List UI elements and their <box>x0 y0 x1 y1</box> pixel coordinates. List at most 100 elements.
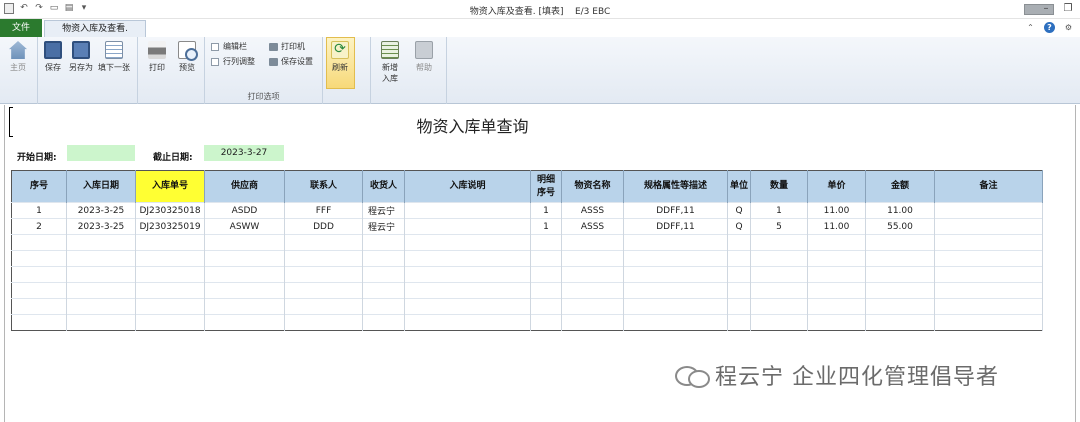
empty-row[interactable] <box>11 282 1043 299</box>
help-button[interactable]: 帮助 <box>415 41 433 73</box>
table-cell[interactable] <box>561 282 624 299</box>
table-cell[interactable] <box>727 298 751 315</box>
table-cell[interactable] <box>362 282 405 299</box>
table-cell[interactable] <box>807 314 866 331</box>
table-cell[interactable] <box>66 298 136 315</box>
table-cell[interactable] <box>623 298 728 315</box>
table-cell[interactable] <box>11 298 67 315</box>
table-row[interactable]: 1 2023-3-25 DJ230325018 ASDD FFF 程云宁 1 ASSS DDFF… <box>11 202 1043 219</box>
table-cell[interactable] <box>727 314 751 331</box>
home-button[interactable]: 主页 <box>9 41 27 73</box>
table-cell[interactable] <box>623 234 728 251</box>
table-cell[interactable] <box>11 234 67 251</box>
table-cell[interactable] <box>727 250 751 267</box>
table-cell[interactable]: ASWW <box>204 218 285 235</box>
fill-next-button[interactable]: 填下一张 <box>98 41 130 73</box>
table-cell[interactable] <box>404 282 531 299</box>
table-cell[interactable] <box>66 234 136 251</box>
empty-row[interactable] <box>11 234 1043 251</box>
table-cell[interactable] <box>362 266 405 283</box>
column-header[interactable]: 金额 <box>865 170 935 203</box>
table-cell[interactable] <box>284 314 363 331</box>
table-cell[interactable] <box>135 298 205 315</box>
table-cell[interactable]: 2 <box>11 218 67 235</box>
column-header[interactable]: 明细 序号 <box>530 170 562 203</box>
table-cell[interactable] <box>865 314 935 331</box>
table-cell[interactable] <box>284 250 363 267</box>
table-cell[interactable] <box>934 234 1043 251</box>
table-cell[interactable] <box>204 298 285 315</box>
table-cell[interactable] <box>11 314 67 331</box>
table-cell[interactable] <box>750 314 808 331</box>
table-cell[interactable] <box>66 282 136 299</box>
table-cell[interactable]: 1 <box>530 218 562 235</box>
empty-row[interactable] <box>11 298 1043 315</box>
table-cell[interactable]: ASSS <box>561 218 624 235</box>
table-cell[interactable] <box>530 234 562 251</box>
table-cell[interactable] <box>284 282 363 299</box>
table-cell[interactable] <box>750 234 808 251</box>
table-cell[interactable] <box>530 266 562 283</box>
table-cell[interactable] <box>204 266 285 283</box>
table-cell[interactable] <box>530 250 562 267</box>
column-header[interactable]: 收货人 <box>362 170 405 203</box>
table-cell[interactable]: 11.00 <box>807 218 866 235</box>
print-button[interactable]: 打印 <box>148 41 166 73</box>
file-tab[interactable]: 文件 <box>0 19 42 37</box>
document-tab[interactable]: 物资入库及查看. <box>44 20 146 37</box>
column-header[interactable]: 联系人 <box>284 170 363 203</box>
table-cell[interactable] <box>807 250 866 267</box>
table-cell[interactable] <box>404 314 531 331</box>
table-cell[interactable] <box>807 282 866 299</box>
table-cell[interactable] <box>623 282 728 299</box>
save-as-button[interactable]: 另存为 <box>69 41 93 73</box>
table-cell[interactable] <box>404 250 531 267</box>
row-col-adjust-checkbox[interactable] <box>211 57 219 66</box>
table-cell[interactable] <box>284 266 363 283</box>
table-cell[interactable] <box>135 250 205 267</box>
table-cell[interactable] <box>807 298 866 315</box>
table-cell[interactable] <box>362 250 405 267</box>
refresh-button[interactable]: 刷新 <box>331 41 349 73</box>
table-cell[interactable]: ASSS <box>561 202 624 219</box>
table-row[interactable]: 2 2023-3-25 DJ230325019 ASWW DDD 程云宁 1 ASSS DDFF… <box>11 218 1043 235</box>
table-cell[interactable]: Q <box>727 218 751 235</box>
table-cell[interactable] <box>807 266 866 283</box>
column-header[interactable]: 供应商 <box>204 170 285 203</box>
table-cell[interactable]: DDD <box>284 218 363 235</box>
table-cell[interactable] <box>204 314 285 331</box>
printer-button[interactable]: 打印机 <box>269 41 305 52</box>
table-cell[interactable] <box>404 202 531 219</box>
table-cell[interactable]: 5 <box>750 218 808 235</box>
table-cell[interactable]: 11.00 <box>865 202 935 219</box>
column-header[interactable]: 物资名称 <box>561 170 624 203</box>
edit-bar-option[interactable]: 编辑栏 <box>211 41 247 52</box>
table-cell[interactable] <box>623 266 728 283</box>
table-cell[interactable] <box>66 266 136 283</box>
table-cell[interactable] <box>404 218 531 235</box>
table-cell[interactable]: 1 <box>750 202 808 219</box>
edit-bar-checkbox[interactable] <box>211 42 219 51</box>
empty-row[interactable] <box>11 250 1043 267</box>
table-cell[interactable] <box>362 298 405 315</box>
row-col-adjust-option[interactable]: 行列调整 <box>211 56 255 67</box>
table-cell[interactable] <box>284 234 363 251</box>
table-cell[interactable]: 程云宁 <box>362 218 405 235</box>
restore-icon[interactable]: ❐ <box>1062 3 1074 14</box>
table-cell[interactable] <box>865 266 935 283</box>
table-cell[interactable] <box>135 282 205 299</box>
table-cell[interactable] <box>561 266 624 283</box>
table-cell[interactable] <box>362 314 405 331</box>
table-cell[interactable] <box>11 250 67 267</box>
table-cell[interactable]: 11.00 <box>807 202 866 219</box>
table-cell[interactable] <box>135 266 205 283</box>
table-cell[interactable] <box>404 266 531 283</box>
table-cell[interactable] <box>727 234 751 251</box>
table-cell[interactable] <box>284 298 363 315</box>
table-cell[interactable] <box>934 298 1043 315</box>
table-cell[interactable] <box>727 266 751 283</box>
table-cell[interactable]: ASDD <box>204 202 285 219</box>
table-cell[interactable]: 程云宁 <box>362 202 405 219</box>
table-cell[interactable] <box>865 250 935 267</box>
table-cell[interactable] <box>623 314 728 331</box>
